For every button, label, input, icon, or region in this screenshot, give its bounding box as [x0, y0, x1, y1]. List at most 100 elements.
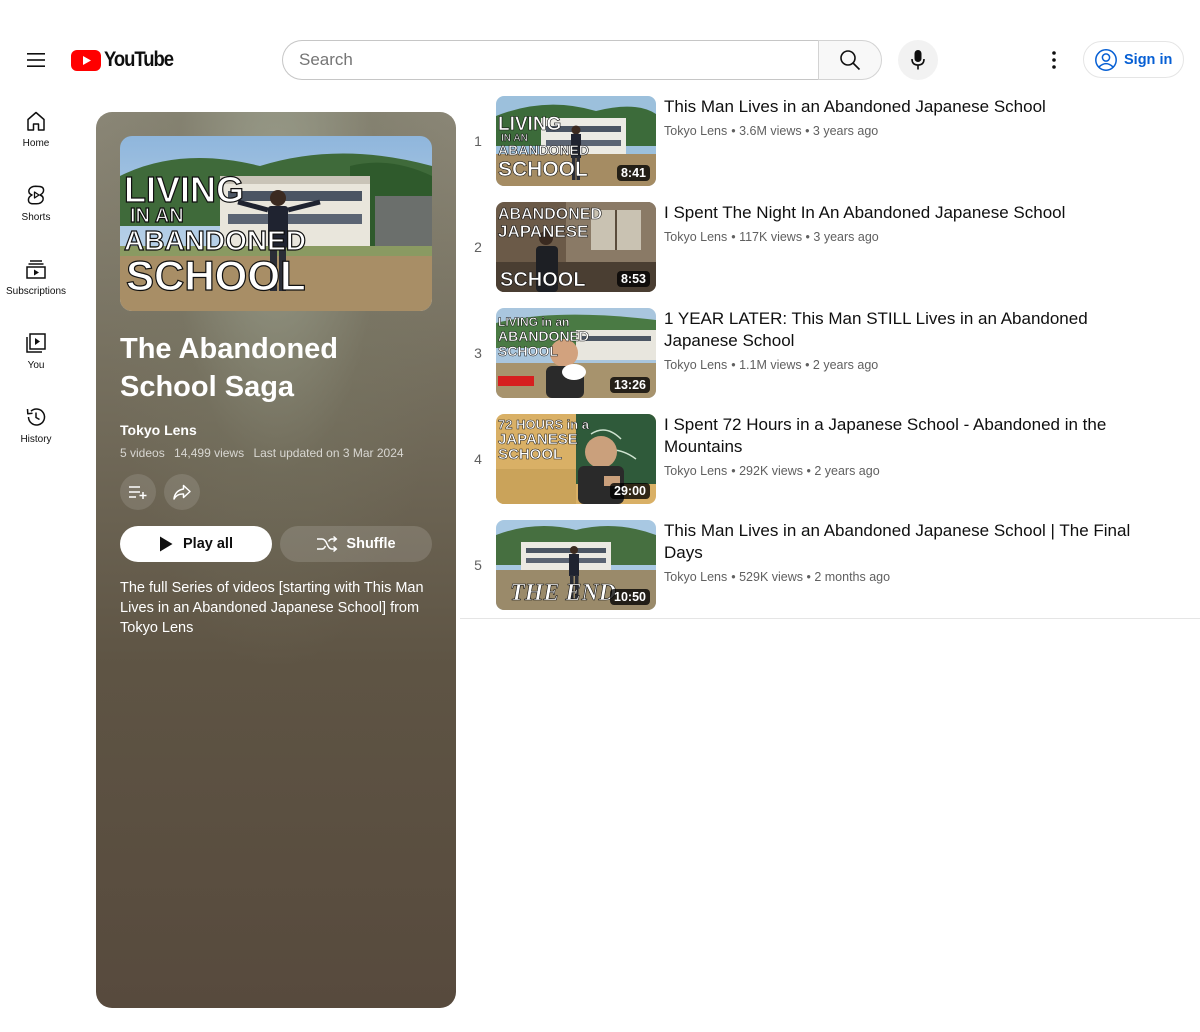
sign-in-button[interactable]: Sign in [1083, 41, 1184, 78]
video-stats: • 117K views • 3 years ago [731, 230, 879, 244]
guide-item-you[interactable]: You [0, 318, 72, 392]
video-meta: This Man Lives in an Abandoned Japanese … [664, 520, 1134, 584]
video-byline: Tokyo Lens • 529K views • 2 months ago [664, 570, 1134, 584]
microphone-icon [911, 50, 925, 70]
video-channel-link[interactable]: Tokyo Lens [664, 230, 727, 244]
guide-item-label: You [27, 360, 45, 371]
video-channel-link[interactable]: Tokyo Lens [664, 124, 727, 138]
video-channel-link[interactable]: Tokyo Lens [664, 464, 727, 478]
play-all-label: Play all [183, 536, 233, 552]
more-vertical-icon [1052, 51, 1056, 69]
video-byline: Tokyo Lens • 117K views • 3 years ago [664, 230, 1134, 244]
playlist-video-row[interactable]: 2 ABANDONED JAPANESE SCHOOL 8:53 I Spent… [460, 202, 1200, 308]
playlist-video-list: 1 LIVING IN AN ABANDONED SCHOOL 8:41 Thi… [460, 96, 1200, 626]
video-duration-badge: 10:50 [610, 589, 650, 605]
account-circle-icon [1095, 48, 1117, 71]
mini-guide: Home Shorts Subscriptions You History [0, 96, 72, 466]
video-title-link[interactable]: This Man Lives in an Abandoned Japanese … [664, 96, 1134, 118]
playlist-owner-link[interactable]: Tokyo Lens [120, 422, 197, 438]
thumb-text-line: SCHOOL [500, 269, 586, 291]
list-divider [460, 618, 1200, 619]
svg-text:IN AN: IN AN [130, 205, 184, 227]
voice-search-button[interactable] [898, 40, 938, 80]
video-index: 5 [474, 557, 482, 573]
thumb-text-line: SCHOOL [498, 446, 562, 463]
guide-item-subscriptions[interactable]: Subscriptions [0, 244, 72, 318]
video-index: 4 [474, 451, 482, 467]
video-title-link[interactable]: I Spent 72 Hours in a Japanese School - … [664, 414, 1134, 458]
video-meta: This Man Lives in an Abandoned Japanese … [664, 96, 1134, 138]
video-channel-link[interactable]: Tokyo Lens [664, 570, 727, 584]
svg-text:SCHOOL: SCHOOL [126, 252, 306, 299]
playlist-video-row[interactable]: 4 72 HOURS in a JAPANESE SCHOOL 29:00 I … [460, 414, 1200, 520]
video-title-link[interactable]: I Spent The Night In An Abandoned Japane… [664, 202, 1134, 224]
thumb-text-line: JAPANESE [498, 222, 588, 241]
video-duration-badge: 29:00 [610, 483, 650, 499]
you-library-icon [26, 333, 46, 353]
video-title-link[interactable]: 1 YEAR LATER: This Man STILL Lives in an… [664, 308, 1134, 352]
video-thumbnail[interactable]: ABANDONED JAPANESE SCHOOL 8:53 [496, 202, 656, 292]
play-all-button[interactable]: Play all [120, 526, 272, 562]
history-icon [26, 408, 46, 426]
playlist-thumbnail[interactable]: LIVING IN AN ABANDONED SCHOOL [120, 136, 432, 311]
playlist-header-card: LIVING IN AN ABANDONED SCHOOL The Abando… [96, 112, 456, 1008]
video-byline: Tokyo Lens • 3.6M views • 3 years ago [664, 124, 1134, 138]
thumb-text-line: SCHOOL [498, 158, 588, 181]
guide-item-label: Home [22, 138, 50, 149]
shuffle-button[interactable]: Shuffle [280, 526, 432, 562]
playlist-title: The Abandoned School Saga [120, 333, 339, 403]
shuffle-label: Shuffle [346, 536, 396, 552]
search-button[interactable] [818, 40, 882, 80]
playlist-video-row[interactable]: 5 THE END 10:50 This Man Lives in an Aba… [460, 520, 1200, 626]
shuffle-icon [317, 535, 338, 553]
video-stats: • 292K views • 2 years ago [731, 464, 880, 478]
video-byline: Tokyo Lens • 1.1M views • 2 years ago [664, 358, 1134, 372]
youtube-logo[interactable]: YouTube [71, 48, 182, 72]
home-icon [27, 111, 45, 131]
video-duration-badge: 13:26 [610, 377, 650, 393]
search-input[interactable] [283, 41, 819, 79]
thumb-text-line: LIVING in an [498, 315, 569, 329]
thumb-text-line: LIVING [498, 114, 561, 135]
share-button[interactable] [164, 474, 200, 510]
video-duration-badge: 8:53 [616, 271, 650, 287]
youtube-playlist-page: YouTube Search Sign in Home Shorts Subsc… [0, 0, 1200, 1032]
search-box [282, 40, 819, 80]
video-thumbnail[interactable]: LIVING IN AN ABANDONED SCHOOL 8:41 [496, 96, 656, 186]
video-thumbnail[interactable]: THE END 10:50 [496, 520, 656, 610]
guide-item-label: Subscriptions [5, 286, 67, 297]
share-icon [173, 484, 191, 500]
video-index: 2 [474, 239, 482, 255]
video-index: 1 [474, 133, 482, 149]
youtube-play-logo-icon [71, 49, 101, 71]
play-icon [160, 536, 173, 552]
save-playlist-button[interactable] [120, 474, 156, 510]
thumb-text-line: ABANDONED [498, 142, 589, 158]
thumb-text-line: 72 HOURS in a [498, 417, 590, 432]
video-stats: • 3.6M views • 3 years ago [731, 124, 879, 138]
guide-item-shorts[interactable]: Shorts [0, 170, 72, 244]
video-index: 3 [474, 345, 482, 361]
sign-in-label: Sign in [1124, 51, 1173, 68]
playlist-last-updated: Last updated on 3 Mar 2024 [253, 446, 404, 460]
video-thumbnail[interactable]: LIVING in an ABANDONED SCHOOL 13:26 [496, 308, 656, 398]
video-thumbnail[interactable]: 72 HOURS in a JAPANESE SCHOOL 29:00 [496, 414, 656, 504]
guide-menu-button[interactable] [16, 40, 56, 80]
video-stats: • 529K views • 2 months ago [731, 570, 891, 584]
playlist-stats: 5 videos 14,499 views Last updated on 3 … [120, 446, 410, 460]
video-meta: I Spent The Night In An Abandoned Japane… [664, 202, 1134, 244]
video-title-link[interactable]: This Man Lives in an Abandoned Japanese … [664, 520, 1134, 564]
guide-item-history[interactable]: History [0, 392, 72, 466]
video-channel-link[interactable]: Tokyo Lens [664, 358, 727, 372]
logo-wordmark: YouTube [104, 48, 174, 71]
svg-text:LIVING: LIVING [124, 169, 244, 210]
playlist-video-row[interactable]: 3 LIVING in an ABANDONED SCHOOL 13:26 1 … [460, 308, 1200, 414]
playlist-video-row[interactable]: 1 LIVING IN AN ABANDONED SCHOOL 8:41 Thi… [460, 96, 1200, 202]
thumb-text-line: SCHOOL [498, 343, 558, 359]
playlist-thumbnail-image: LIVING IN AN ABANDONED SCHOOL [120, 136, 432, 311]
guide-item-label: Shorts [21, 212, 51, 223]
playlist-view-count: 14,499 views [174, 446, 245, 460]
settings-more-button[interactable] [1034, 40, 1074, 80]
video-meta: 1 YEAR LATER: This Man STILL Lives in an… [664, 308, 1134, 372]
guide-item-home[interactable]: Home [0, 96, 72, 170]
